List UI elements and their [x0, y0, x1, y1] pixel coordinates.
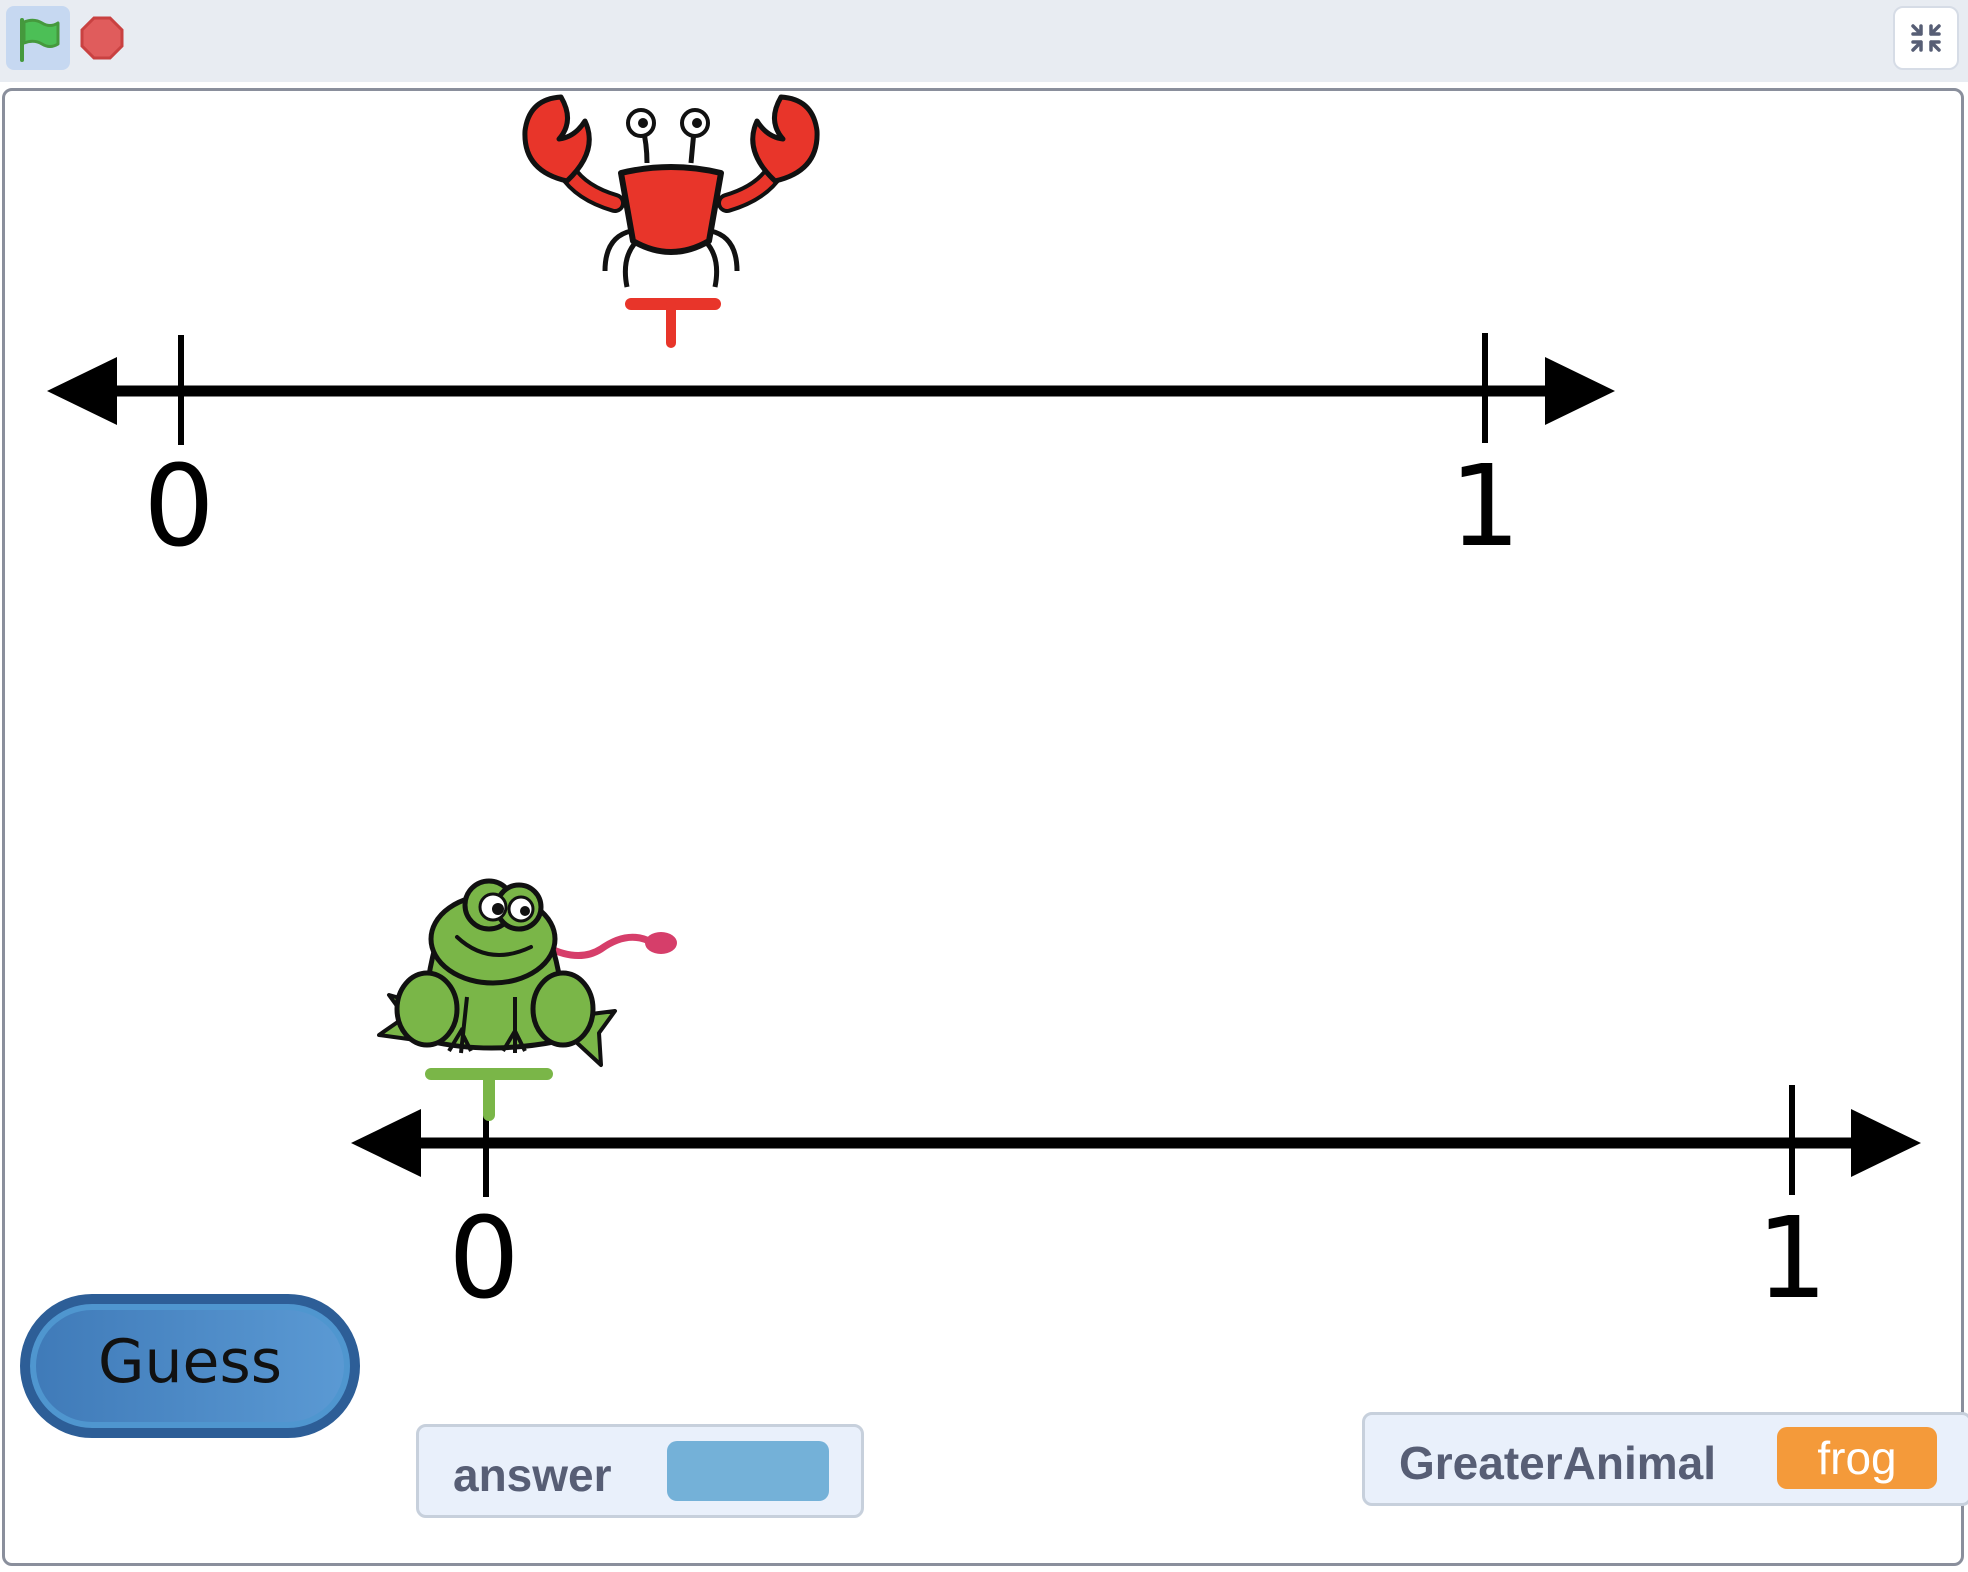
right-arrow-icon	[1545, 357, 1615, 425]
greater-animal-monitor-value: frog	[1777, 1427, 1937, 1489]
stop-button[interactable]	[78, 14, 126, 62]
right-arrow-icon	[1851, 1109, 1921, 1177]
crab-sprite[interactable]	[522, 94, 820, 348]
answer-monitor-value	[667, 1441, 829, 1501]
guess-button-label: Guess	[98, 1327, 282, 1397]
green-flag-button[interactable]	[6, 6, 70, 70]
greater-animal-monitor-label: GreaterAnimal	[1399, 1437, 1717, 1489]
fullscreen-exit-icon	[1911, 24, 1941, 52]
bottom-line-one-label: 1	[1756, 1194, 1828, 1324]
bottom-line-zero-label: 0	[448, 1194, 520, 1324]
top-line-zero-label: 0	[143, 442, 215, 572]
top-number-line	[47, 333, 1615, 445]
left-arrow-icon	[47, 357, 117, 425]
answer-monitor: answer	[416, 1424, 864, 1518]
bottom-number-line	[351, 1085, 1921, 1197]
guess-button[interactable]: Guess	[20, 1294, 360, 1438]
answer-monitor-label: answer	[453, 1449, 612, 1501]
frog-sprite[interactable]	[377, 878, 677, 1121]
stop-icon	[80, 16, 124, 60]
green-flag-icon	[20, 18, 60, 62]
top-line-one-label: 1	[1449, 442, 1521, 572]
stage-toolbar	[0, 0, 1968, 82]
greater-animal-monitor: GreaterAnimal frog	[1362, 1412, 1968, 1506]
left-arrow-icon	[351, 1109, 421, 1177]
fullscreen-exit-button[interactable]	[1893, 6, 1959, 70]
